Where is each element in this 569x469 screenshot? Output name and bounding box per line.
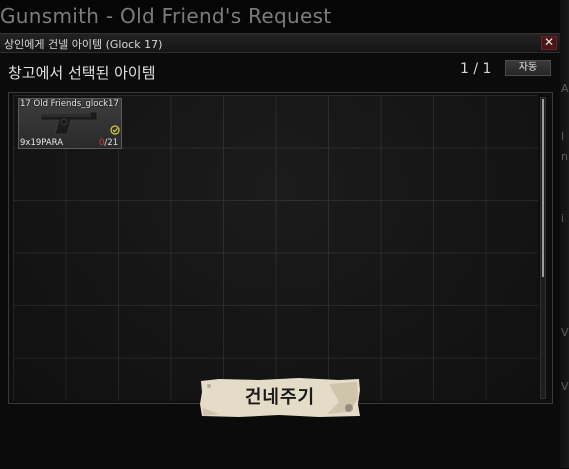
grid-scrollbar[interactable] [540,97,546,399]
dialog-titlebar[interactable]: 상인에게 건넬 아이템 (Glock 17) ✕ [0,34,560,53]
background-quest-title: Gunsmith - Old Friend's Request [0,4,332,28]
background-right-edge: A I n i V V [560,0,569,468]
scroll-thumb[interactable] [542,99,544,277]
item-glock17[interactable]: 17 Old Friends_glock17 9x19PARA 0/21 [18,98,122,149]
pistol-icon [40,111,98,135]
deliver-button-label: 건네주기 [244,387,316,408]
page-counter: 1 / 1 [460,61,492,77]
dialog-title: 상인에게 건넬 아이템 (Glock 17) [4,38,163,51]
ammo-capacity: /21 [104,138,119,148]
item-name: 17 Old Friends_glock17 [20,99,119,109]
stash-grid-frame: 17 Old Friends_glock17 9x19PARA 0/21 [8,92,553,404]
auto-select-button[interactable]: 자동 [505,60,551,76]
item-ammo-count: 0/21 [99,138,118,148]
stash-grid[interactable]: 17 Old Friends_glock17 9x19PARA 0/21 [13,95,538,401]
check-icon [110,125,120,135]
selected-items-heading: 창고에서 선택된 아이템 [8,64,156,82]
item-ammo-type: 9x19PARA [20,138,64,148]
close-icon: ✕ [543,35,555,49]
deliver-button[interactable]: 건네주기 [199,378,361,418]
close-button[interactable]: ✕ [541,36,557,50]
